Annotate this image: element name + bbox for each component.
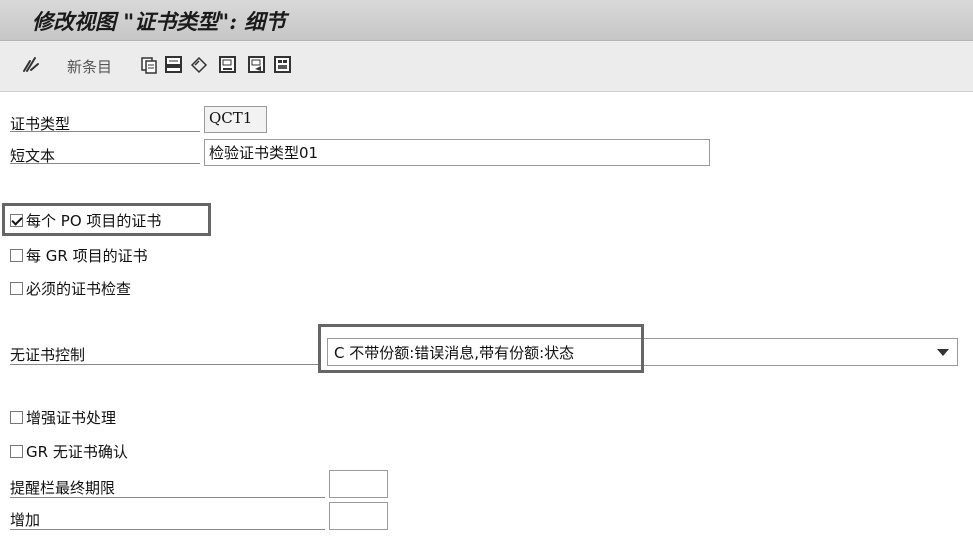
increase-field[interactable] <box>329 502 388 530</box>
select-all-icon[interactable] <box>272 54 294 76</box>
per-gr-item-label: 每 GR 项目的证书 <box>26 247 148 265</box>
page-title: 修改视图 "证书类型": 细节 <box>32 9 287 34</box>
application-toolbar: 新条目 <box>0 41 973 92</box>
cert-type-underline <box>10 131 200 132</box>
next-entry-icon[interactable] <box>246 54 268 76</box>
gr-no-cert-confirm-checkbox[interactable] <box>10 445 23 458</box>
highlight-box-po-checkbox <box>2 203 211 236</box>
no-cert-control-underline <box>10 364 320 365</box>
enhanced-cert-processing-checkbox[interactable] <box>10 411 23 424</box>
cert-check-required-label: 必须的证书检查 <box>26 280 132 298</box>
enhanced-cert-processing-label: 增强证书处理 <box>26 409 117 427</box>
cert-type-field[interactable]: QCT1 <box>204 106 267 133</box>
display-change-icon[interactable] <box>20 54 42 76</box>
title-bar: 修改视图 "证书类型": 细节 <box>0 0 973 41</box>
undo-change-icon[interactable] <box>188 54 210 76</box>
increase-label: 增加 <box>10 511 41 529</box>
copy-as-icon[interactable] <box>138 54 160 76</box>
increase-underline <box>10 529 325 530</box>
dropdown-arrow-icon[interactable] <box>937 349 949 356</box>
highlight-box-dropdown <box>318 324 644 373</box>
new-entries-button[interactable]: 新条目 <box>67 56 112 77</box>
cert-check-required-checkbox[interactable] <box>10 282 23 295</box>
previous-entry-icon[interactable] <box>217 54 239 76</box>
gr-no-cert-confirm-label: GR 无证书确认 <box>26 443 128 461</box>
delete-icon[interactable] <box>163 54 185 76</box>
reminder-deadline-underline <box>10 497 325 498</box>
per-gr-item-checkbox-row[interactable]: 每 GR 项目的证书 <box>10 245 148 266</box>
no-cert-control-label: 无证书控制 <box>10 346 86 364</box>
enhanced-cert-processing-checkbox-row[interactable]: 增强证书处理 <box>10 407 116 428</box>
reminder-deadline-label: 提醒栏最终期限 <box>10 479 116 497</box>
short-text-field[interactable]: 检验证书类型01 <box>204 139 710 166</box>
short-text-underline <box>10 163 200 164</box>
reminder-deadline-field[interactable] <box>329 470 388 498</box>
per-gr-item-checkbox[interactable] <box>10 249 23 262</box>
cert-check-required-checkbox-row[interactable]: 必须的证书检查 <box>10 278 131 299</box>
gr-no-cert-confirm-checkbox-row[interactable]: GR 无证书确认 <box>10 441 128 462</box>
